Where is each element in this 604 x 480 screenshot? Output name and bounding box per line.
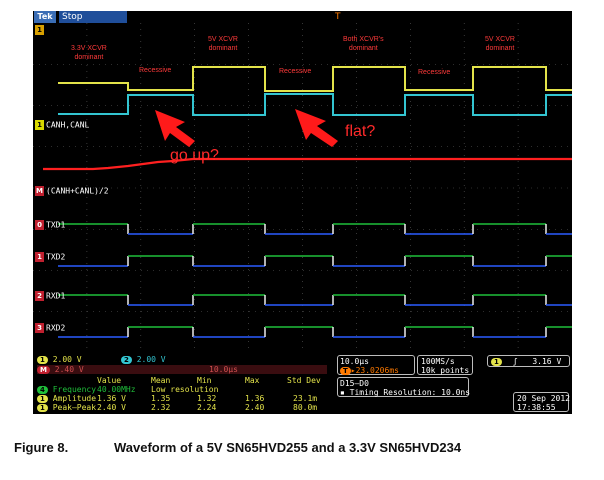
annotation-5v-dominant-2: 5V XCVR dominant — [485, 36, 515, 52]
acquisition-state[interactable]: Stop — [59, 11, 127, 23]
digital-tag-icon[interactable]: 2 — [35, 291, 44, 301]
measurement-row-amplitude[interactable]: 1 Amplitude 1.36 V 1.35 1.32 1.36 23.1m — [37, 394, 327, 403]
ch1-tag-icon[interactable]: 1 — [35, 120, 44, 130]
canh-waveform — [58, 66, 572, 92]
annotation-5v-dominant-1: 5V XCVR dominant — [208, 36, 238, 52]
figure-label: Figure 8. — [14, 440, 69, 455]
annotation-flat: flat? — [345, 123, 376, 140]
annotation-go-up: go up? — [170, 147, 219, 164]
digital-group: D15–D0 — [340, 379, 369, 388]
digital-label-rxd2: 3 RXD2 — [35, 323, 65, 333]
trigger-box[interactable]: 1 ʃ 3.16 V — [487, 355, 570, 367]
measurement-row-peak-peak[interactable]: 1 Peak–Peak 2.40 V 2.32 2.24 2.40 80.0m — [37, 403, 327, 412]
figure-title: Waveform of a 5V SN65HVD255 and a 3.3V S… — [114, 440, 462, 455]
digital-timing-box[interactable]: D15–D0 ▪ Timing Resolution: 10.0ns — [337, 377, 471, 397]
date-time-box: 20 Sep 2012 17:38:55 — [513, 392, 570, 412]
trigger-channel: 1 ʃ 3.16 V — [491, 357, 561, 366]
arrow-flat — [295, 109, 338, 147]
annotation-3v3-dominant: 3.3V XCVR dominant — [71, 45, 107, 61]
sample-rate: 100MS/s — [421, 357, 455, 366]
digital-label-txd1: 0 TXD1 — [35, 220, 65, 230]
math-waveform — [43, 157, 572, 171]
digital-traces — [58, 223, 572, 338]
top-status-bar: Tek Stop T — [33, 11, 572, 23]
brand-logo: Tek — [34, 11, 56, 23]
trigger-position-marker[interactable]: T — [335, 11, 341, 23]
timing-resolution: ▪ Timing Resolution: 10.0ns — [340, 388, 471, 397]
ch1-scale-readout[interactable]: 1 2.00 V — [37, 355, 82, 364]
canl-waveform — [58, 93, 572, 116]
ch1-label: 1 CANH,CANL — [35, 120, 89, 130]
measurement-row-frequency[interactable]: 4 Frequency 40.00MHz Low resolution — [37, 385, 327, 394]
ch2-scale-readout[interactable]: 2 2.00 V — [121, 355, 166, 364]
timebase-value: 10.0µs — [340, 357, 369, 366]
record-length: 10k points — [421, 366, 470, 375]
annotation-recessive-2: Recessive — [279, 68, 312, 75]
oscilloscope-screen: Tek Stop T 3.3V XCVR dominant 5V XCVR domi… — [33, 11, 572, 414]
time: 17:38:55 — [517, 403, 556, 412]
trigger-slope-icon: ʃ — [512, 357, 518, 366]
math-scale-readout[interactable]: M 2.40 V 10.0µs — [37, 365, 327, 374]
trigger-position: T ▸23.0206ms — [340, 366, 399, 375]
math-label: M (CANH+CANL)/2 — [35, 186, 109, 196]
annotation-both-dominant: Both XCVR's dominant — [343, 36, 384, 52]
ch1-marker-top[interactable]: 1 — [35, 25, 46, 35]
figure-caption: Figure 8. Waveform of a 5V SN65HVD255 an… — [14, 440, 461, 455]
math-tag-icon[interactable]: M — [35, 186, 44, 196]
timebase-box[interactable]: 10.0µs T ▸23.0206ms — [337, 355, 415, 375]
digital-tag-icon[interactable]: 0 — [35, 220, 44, 230]
status-panel: 1 2.00 V 2 2.00 V M 2.40 V 10.0µs Value … — [33, 353, 572, 414]
digital-label-txd2: 1 TXD2 — [35, 252, 65, 262]
digital-label-rxd1: 2 RXD1 — [35, 291, 65, 301]
acquisition-box[interactable]: 100MS/s 10k points — [417, 355, 473, 375]
date: 20 Sep 2012 — [517, 394, 570, 403]
annotation-recessive-3: Recessive — [418, 69, 451, 76]
digital-tag-icon[interactable]: 1 — [35, 252, 44, 262]
digital-tag-icon[interactable]: 3 — [35, 323, 44, 333]
arrow-go-up — [155, 110, 195, 147]
annotation-recessive-1: Recessive — [139, 67, 172, 74]
